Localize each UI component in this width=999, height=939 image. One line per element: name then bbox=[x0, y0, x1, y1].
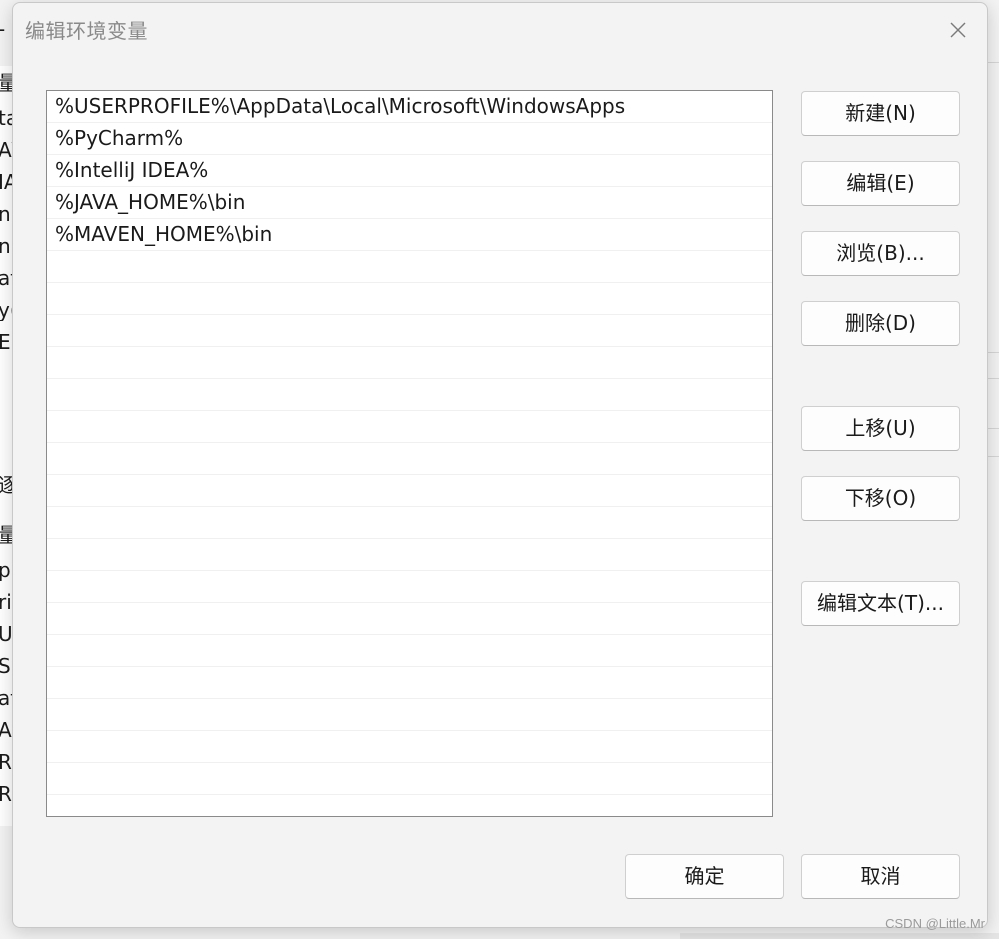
background-text-fragment: 量 bbox=[0, 72, 12, 94]
background-divider bbox=[987, 378, 999, 379]
close-button[interactable] bbox=[943, 15, 973, 45]
list-item[interactable]: %MAVEN_HOME%\bin bbox=[47, 219, 772, 251]
empty-list-row[interactable] bbox=[47, 475, 772, 507]
background-text-fragment: 量 bbox=[0, 524, 12, 546]
empty-list-row[interactable] bbox=[47, 539, 772, 571]
list-item[interactable]: %USERPROFILE%\AppData\Local\Microsoft\Wi… bbox=[47, 91, 772, 123]
edit-button[interactable]: 编辑(E) bbox=[801, 161, 960, 206]
close-icon bbox=[950, 22, 966, 38]
background-text-fragment: y( bbox=[0, 299, 12, 321]
background-text-fragment: A\ bbox=[0, 139, 12, 161]
background-divider bbox=[987, 428, 999, 429]
empty-list-row[interactable] bbox=[47, 571, 772, 603]
background-text-fragment: at bbox=[0, 267, 12, 289]
empty-list-row[interactable] bbox=[47, 251, 772, 283]
background-divider bbox=[987, 62, 999, 63]
ok-button[interactable]: 确定 bbox=[625, 854, 784, 899]
empty-list-row[interactable] bbox=[47, 443, 772, 475]
empty-list-row[interactable] bbox=[47, 667, 772, 699]
empty-list-row[interactable] bbox=[47, 763, 772, 795]
empty-list-row[interactable] bbox=[47, 315, 772, 347]
background-text-fragment: U bbox=[0, 623, 12, 645]
background-text-fragment: at bbox=[0, 687, 12, 709]
background-text-fragment: A bbox=[0, 719, 12, 741]
empty-list-row[interactable] bbox=[47, 379, 772, 411]
list-item[interactable]: %IntelliJ IDEA% bbox=[47, 155, 772, 187]
background-text-fragment: S bbox=[0, 655, 11, 677]
empty-list-row[interactable] bbox=[47, 635, 772, 667]
background-text-fragment: R( bbox=[0, 751, 12, 773]
delete-button[interactable]: 删除(D) bbox=[801, 301, 960, 346]
edit-environment-variable-dialog: 编辑环境变量 %USERPROFILE%\AppData\Local\Micro… bbox=[12, 2, 988, 928]
browse-button[interactable]: 浏览(B)... bbox=[801, 231, 960, 276]
dialog-titlebar[interactable]: 编辑环境变量 bbox=[13, 3, 987, 55]
empty-list-row[interactable] bbox=[47, 283, 772, 315]
move-up-button[interactable]: 上移(U) bbox=[801, 406, 960, 451]
background-divider bbox=[987, 352, 999, 353]
empty-list-row[interactable] bbox=[47, 507, 772, 539]
new-button[interactable]: 新建(N) bbox=[801, 91, 960, 136]
background-text-fragment: n bbox=[0, 235, 11, 257]
list-item[interactable]: %PyCharm% bbox=[47, 123, 772, 155]
empty-list-row[interactable] bbox=[47, 699, 772, 731]
background-text-fragment: R( bbox=[0, 783, 12, 805]
background-text-fragment: IA bbox=[0, 171, 12, 193]
background-text-fragment: El bbox=[0, 331, 12, 353]
background-text-fragment: ri bbox=[0, 591, 12, 613]
empty-list-row[interactable] bbox=[47, 795, 772, 816]
background-bottom-bar bbox=[680, 933, 999, 939]
background-text-fragment: ta bbox=[0, 107, 12, 129]
move-down-button[interactable]: 下移(O) bbox=[801, 476, 960, 521]
empty-list-row[interactable] bbox=[47, 347, 772, 379]
background-text-fragment: pr bbox=[0, 559, 12, 581]
path-entries-list[interactable]: %USERPROFILE%\AppData\Local\Microsoft\Wi… bbox=[46, 90, 773, 817]
background-text-fragment: - bbox=[0, 18, 12, 40]
empty-list-row[interactable] bbox=[47, 731, 772, 763]
background-divider bbox=[987, 456, 999, 457]
background-text-fragment: n bbox=[0, 203, 11, 225]
dialog-title: 编辑环境变量 bbox=[25, 19, 148, 43]
watermark: CSDN @Little.Mr bbox=[885, 916, 985, 931]
background-text-fragment: 逐 bbox=[0, 474, 12, 496]
edit-text-button[interactable]: 编辑文本(T)... bbox=[801, 581, 960, 626]
empty-list-row[interactable] bbox=[47, 603, 772, 635]
cancel-button[interactable]: 取消 bbox=[801, 854, 960, 899]
list-item[interactable]: %JAVA_HOME%\bin bbox=[47, 187, 772, 219]
empty-list-row[interactable] bbox=[47, 411, 772, 443]
